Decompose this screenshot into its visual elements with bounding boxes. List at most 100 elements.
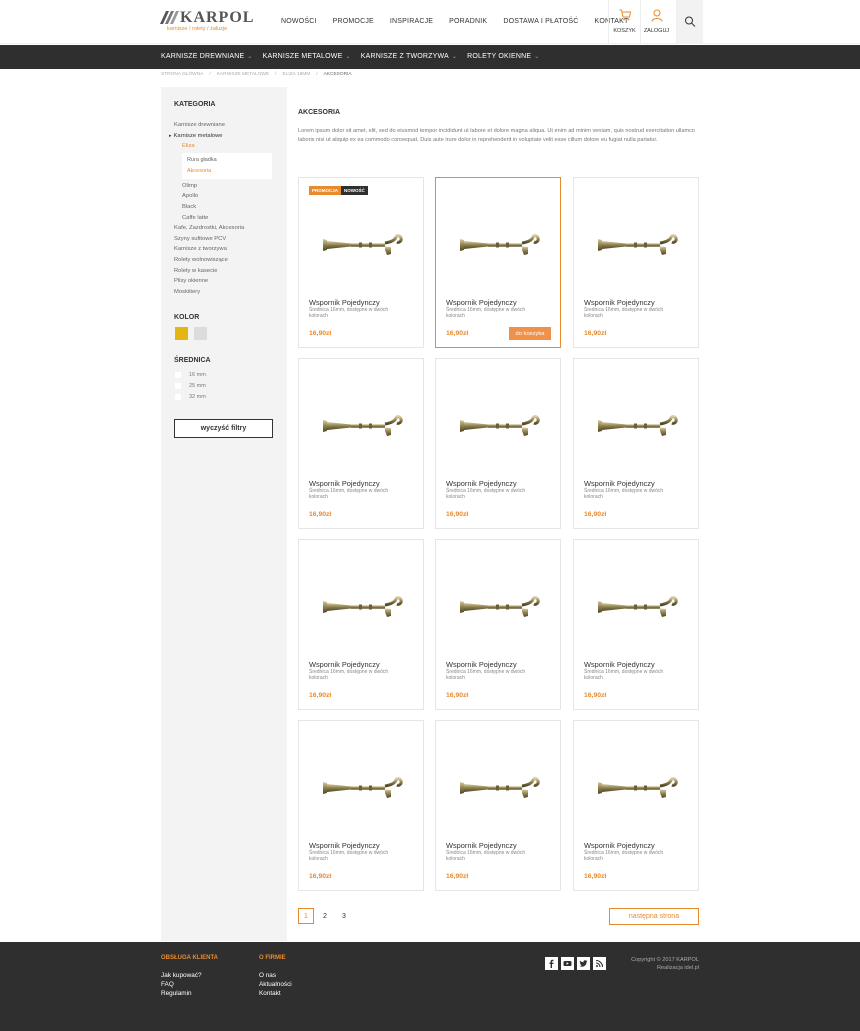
product-name[interactable]: Wspornik Pojedynczy — [584, 660, 655, 669]
product-card[interactable]: Wspornik Pojedynczy Średnica 16mm, dostę… — [298, 539, 424, 710]
checkbox[interactable] — [175, 372, 181, 379]
product-card[interactable]: Wspornik Pojedynczy Średnica 16mm, dostę… — [435, 720, 561, 891]
product-card[interactable]: Wspornik Pojedynczy Średnica 16mm, dostę… — [573, 177, 699, 348]
color-swatch-gold[interactable] — [175, 327, 188, 340]
product-name[interactable]: Wspornik Pojedynczy — [584, 298, 655, 307]
sidebar-item-rura[interactable]: Rura gładka — [187, 155, 272, 166]
product-badges: PROMOCJA NOWOŚĆ — [309, 186, 368, 195]
product-card[interactable]: Wspornik Pojedynczy Średnica 16mm, dostę… — [435, 177, 561, 348]
nav-inspiracje[interactable]: INSPIRACJE — [390, 18, 433, 25]
checkbox[interactable] — [175, 393, 181, 400]
product-name[interactable]: Wspornik Pojedynczy — [446, 660, 517, 669]
sidebar-item-szyny[interactable]: Szyny sufitowe PCV — [174, 234, 282, 245]
clear-filters-button[interactable]: wyczyść filtry — [174, 419, 273, 438]
product-description: Średnica 16mm, dostępne w dwóch kolorach — [309, 850, 389, 862]
sidebar-item-drewniane[interactable]: Karnisze drewniane — [174, 120, 282, 131]
add-to-cart-button[interactable]: do koszyka — [509, 327, 551, 340]
category-bar: KARNISZE DREWNIANE ⌄ KARNISZE METALOWE ⌄ K… — [0, 45, 860, 69]
breadcrumb-home[interactable]: STRONA GŁÓWNA — [161, 72, 203, 77]
product-name[interactable]: Wspornik Pojedynczy — [309, 660, 380, 669]
product-price: 16,90zł — [309, 873, 332, 880]
product-card[interactable]: Wspornik Pojedynczy Średnica 16mm, dostę… — [298, 358, 424, 529]
sidebar-item-black[interactable]: Black — [174, 202, 282, 213]
footer-link-kontakt[interactable]: Kontakt — [259, 989, 292, 998]
product-price: 16,90zł — [584, 873, 607, 880]
logo[interactable]: KARPOL karnisze / rolety / żaluzje — [160, 9, 253, 35]
sidebar-item-wolnowiszace[interactable]: Rolety wolnowiszące — [174, 255, 282, 266]
product-image — [460, 777, 540, 798]
page-title: AKCESORIA — [298, 109, 341, 116]
next-page-button[interactable]: następna strona — [609, 908, 699, 925]
page-1[interactable]: 1 — [298, 908, 314, 924]
login-button[interactable]: ZALOGUJ — [640, 0, 672, 44]
footer-customer-service: OBSŁUGA KLIENTA Jak kupować? FAQ Regulam… — [161, 955, 218, 998]
sidebar-item-eliza[interactable]: Eliza — [174, 141, 282, 152]
product-card[interactable]: Wspornik Pojedynczy Średnica 16mm, dostę… — [298, 720, 424, 891]
product-name[interactable]: Wspornik Pojedynczy — [584, 841, 655, 850]
product-card[interactable]: Wspornik Pojedynczy Średnica 16mm, dostę… — [573, 358, 699, 529]
checkbox[interactable] — [175, 383, 181, 390]
sidebar-item-kafe[interactable]: Kafe, Zazdrostki, Akcesoria — [174, 223, 282, 234]
product-card[interactable]: PROMOCJA NOWOŚĆ Wspornik Pojedynczy Śred… — [298, 177, 424, 348]
cart-label: KOSZYK — [613, 28, 636, 34]
product-image — [323, 234, 403, 255]
breadcrumb-metalowe[interactable]: KARNISZE METALOWE — [217, 72, 269, 77]
product-name[interactable]: Wspornik Pojedynczy — [309, 841, 380, 850]
product-name[interactable]: Wspornik Pojedynczy — [446, 479, 517, 488]
product-description: Średnica 16mm, dostępne w dwóch kolorach — [584, 669, 664, 681]
product-price: 16,90zł — [446, 692, 469, 699]
product-image — [323, 415, 403, 436]
product-card[interactable]: Wspornik Pojedynczy Średnica 16mm, dostę… — [435, 539, 561, 710]
footer-link-regulamin[interactable]: Regulamin — [161, 989, 218, 998]
page-2[interactable]: 2 — [317, 908, 333, 924]
login-label: ZALOGUJ — [643, 28, 670, 34]
sidebar-item-moskitiery[interactable]: Moskitiery — [174, 287, 282, 298]
sidebar-item-plisy[interactable]: Plisy okienne — [174, 276, 282, 287]
product-card[interactable]: Wspornik Pojedynczy Średnica 16mm, dostę… — [573, 539, 699, 710]
sidebar-item-akcesoria[interactable]: Akcesoria — [187, 166, 272, 177]
diameter-option-25[interactable]: 25 mm — [175, 381, 206, 392]
diameter-option-32[interactable]: 32 mm — [175, 392, 206, 403]
product-name[interactable]: Wspornik Pojedynczy — [446, 841, 517, 850]
product-name[interactable]: Wspornik Pojedynczy — [309, 479, 380, 488]
category-title: KATEGORIA — [174, 101, 216, 108]
facebook-icon[interactable] — [545, 957, 558, 970]
nav-promocje[interactable]: PROMOCJE — [333, 18, 374, 25]
sidebar-item-apollo[interactable]: Apollo — [174, 191, 282, 202]
nav-nowosci[interactable]: NOWOŚCI — [281, 18, 317, 25]
footer-link-jak-kupowac[interactable]: Jak kupować? — [161, 971, 218, 980]
page-3[interactable]: 3 — [336, 908, 352, 924]
nav-dostawa[interactable]: DOSTAWA I PŁATOŚĆ — [503, 18, 578, 25]
twitter-icon[interactable] — [577, 957, 590, 970]
product-name[interactable]: Wspornik Pojedynczy — [584, 479, 655, 488]
product-name[interactable]: Wspornik Pojedynczy — [446, 298, 517, 307]
sidebar-item-kasecie[interactable]: Rolety w kasecie — [174, 266, 282, 277]
sidebar-item-caffe[interactable]: Caffe latte — [174, 213, 282, 224]
footer-link-faq[interactable]: FAQ — [161, 980, 218, 989]
youtube-icon[interactable] — [561, 957, 574, 970]
category-tworzywa[interactable]: KARNISZE Z TWORZYWA ⌄ — [361, 53, 457, 60]
nav-poradnik[interactable]: PORADNIK — [449, 18, 487, 25]
chevron-down-icon: ⌄ — [534, 54, 540, 60]
search-button[interactable] — [676, 0, 703, 44]
color-swatch-silver[interactable] — [194, 327, 207, 340]
cart-button[interactable]: KOSZYK — [608, 0, 640, 44]
product-card[interactable]: Wspornik Pojedynczy Średnica 16mm, dostę… — [573, 720, 699, 891]
product-price: 16,90zł — [309, 330, 332, 337]
product-name[interactable]: Wspornik Pojedynczy — [309, 298, 380, 307]
realization-link[interactable]: Realizacja idel.pl — [598, 964, 699, 972]
product-image — [460, 596, 540, 617]
sidebar-item-olimp[interactable]: Olimp — [174, 181, 282, 192]
product-card[interactable]: Wspornik Pojedynczy Średnica 16mm, dostę… — [435, 358, 561, 529]
category-metalowe[interactable]: KARNISZE METALOWE ⌄ — [263, 53, 351, 60]
diameter-label: 16 mm — [189, 372, 206, 379]
category-rolety[interactable]: ROLETY OKIENNE ⌄ — [467, 53, 539, 60]
sidebar-item-metalowe[interactable]: ▸ Karnisze metalowe — [169, 131, 282, 142]
pagination: 1 2 3 — [298, 908, 355, 924]
sidebar-item-tworzywa[interactable]: Karnisze z tworzywa — [174, 244, 282, 255]
diameter-option-16[interactable]: 16 mm — [175, 370, 206, 381]
breadcrumb-eliza[interactable]: ELIZA 16MM — [283, 72, 311, 77]
category-drewniane[interactable]: KARNISZE DREWNIANE ⌄ — [161, 53, 253, 60]
footer-link-o-nas[interactable]: O nas — [259, 971, 292, 980]
footer-link-aktualnosci[interactable]: Aktualności — [259, 980, 292, 989]
